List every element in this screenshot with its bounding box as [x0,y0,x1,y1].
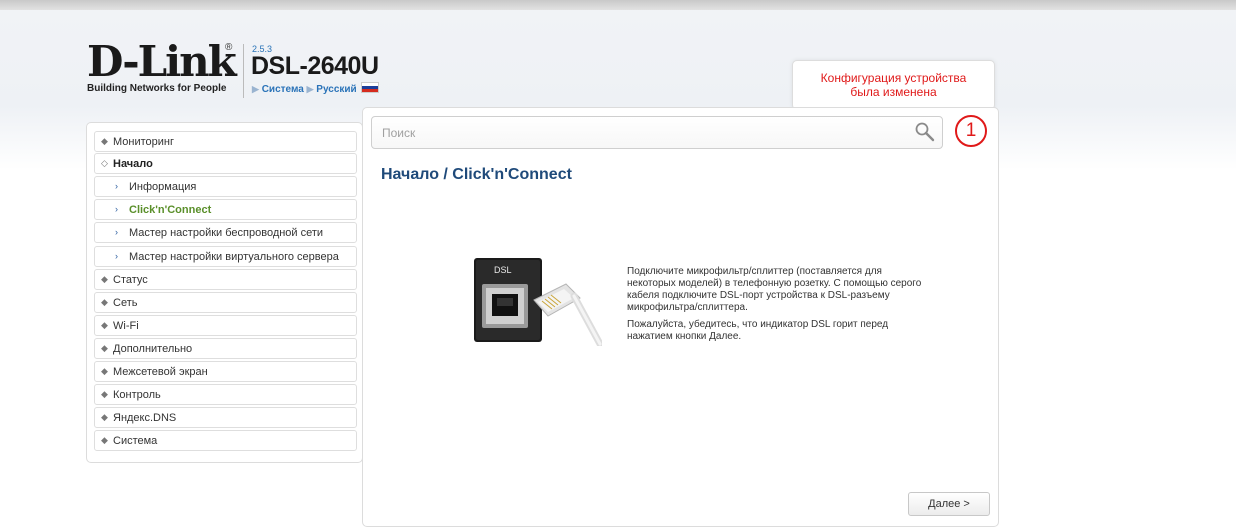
arrow-right-icon: ▶ [306,84,314,94]
russian-flag-icon[interactable] [361,82,380,93]
sidebar-item-label: Межсетевой экран [113,366,208,378]
brand-name: D-Link [87,37,237,86]
sidebar-item-label: Мастер настройки виртуального сервера [129,251,339,263]
expand-icon: ◆ [101,412,108,422]
sidebar-item-start[interactable]: ◇ Начало [94,153,357,174]
search-box[interactable] [371,116,943,149]
notification-counter-badge[interactable]: 1 [955,115,987,147]
expand-icon: ◆ [101,435,108,445]
instructions-text: Подключите микрофильтр/сплиттер (поставл… [627,266,927,348]
page-title: Начало / Click'n'Connect [381,166,572,183]
bullet-arrow-icon: › [115,181,118,191]
sidebar-item-status[interactable]: ◆ Статус [94,269,357,290]
expand-icon: ◆ [101,297,108,307]
header-links: ▶ Система ▶ Русский [252,82,380,95]
device-model: DSL-2640U [251,52,379,80]
bullet-arrow-icon: › [115,251,118,261]
sidebar-item-label: Начало [113,158,153,170]
dlink-logo: D-Link ® Building Networks for People [87,37,237,95]
sidebar-item-control[interactable]: ◆ Контроль [94,384,357,405]
bullet-arrow-icon: › [115,227,118,237]
sidebar-item-monitoring[interactable]: ◆ Мониторинг [94,131,357,152]
sidebar-item-label: Wi-Fi [113,320,139,332]
expand-icon: ◆ [101,366,108,376]
header-divider [243,44,244,98]
browser-top-bar [0,0,1236,10]
search-icon[interactable] [914,121,936,143]
sidebar-item-label: Дополнительно [113,343,193,355]
expand-icon: ◆ [101,389,108,399]
expand-icon: ◆ [101,136,108,146]
sidebar-item-label: Мастер настройки беспроводной сети [129,227,324,239]
sidebar-item-firewall[interactable]: ◆ Межсетевой экран [94,361,357,382]
sidebar-item-yandex-dns[interactable]: ◆ Яндекс.DNS [94,407,357,428]
bullet-arrow-icon: › [115,204,118,214]
expand-icon: ◆ [101,274,108,284]
sidebar-item-label: Сеть [113,297,138,309]
sidebar-item-wifi[interactable]: ◆ Wi-Fi [94,315,357,336]
expand-icon: ◆ [101,343,108,353]
sidebar-item-label: Информация [129,181,197,193]
search-input[interactable] [382,124,902,142]
sidebar-item-system[interactable]: ◆ Система [94,430,357,451]
registered-mark: ® [225,42,233,53]
sidebar-item-wireless-wizard[interactable]: › Мастер настройки беспроводной сети [94,222,357,243]
arrow-right-icon: ▶ [252,84,259,94]
instruction-paragraph: Подключите микрофильтр/сплиттер (поставл… [627,266,922,313]
collapse-icon: ◇ [101,158,108,168]
sidebar-item-click-n-connect[interactable]: › Click'n'Connect [94,199,357,220]
sidebar-item-label: Яндекс.DNS [113,412,177,424]
sidebar-item-label: Мониторинг [113,136,175,148]
instruction-paragraph: Пожалуйста, убедитесь, что индикатор DSL… [627,319,889,342]
config-changed-notice[interactable]: Конфигурация устройства была изменена [792,60,995,110]
expand-icon: ◆ [101,320,108,330]
sidebar-item-label: Click'n'Connect [129,204,212,216]
sidebar-item-label: Статус [113,274,148,286]
system-link[interactable]: Система [262,84,304,95]
sidebar-item-info[interactable]: › Информация [94,176,357,197]
dsl-cable-image: DSL [474,258,602,346]
notice-line-1: Конфигурация устройства [820,71,967,85]
dsl-port-label: DSL [494,265,512,275]
sidebar-item-virtual-server-wizard[interactable]: › Мастер настройки виртуального сервера [94,246,357,267]
sidebar-item-label: Контроль [113,389,161,401]
sidebar-item-label: Система [113,435,158,447]
brand-tagline: Building Networks for People [87,83,227,94]
notice-line-2: была изменена [850,85,937,99]
next-button[interactable]: Далее > [908,492,990,516]
sidebar-item-network[interactable]: ◆ Сеть [94,292,357,313]
language-link[interactable]: Русский [316,84,356,95]
sidebar-item-advanced[interactable]: ◆ Дополнительно [94,338,357,359]
